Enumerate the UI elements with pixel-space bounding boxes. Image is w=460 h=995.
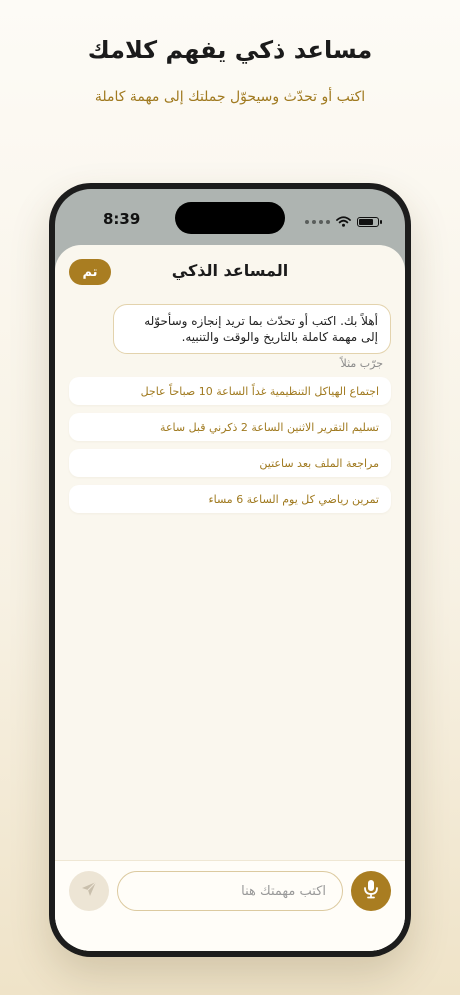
promo-headline: مساعد ذكي يفهم كلامك <box>87 36 373 64</box>
promo-subheadline: اكتب أو تحدّث وسيحوّل جملتك إلى مهمة كام… <box>94 89 366 105</box>
suggestion-chip[interactable]: تمرين رياضي كل يوم الساعة 6 مساء <box>69 485 391 513</box>
suggestion-chip[interactable]: اجتماع الهياكل التنظيمية غداً الساعة 10 … <box>69 377 391 405</box>
input-bar <box>55 860 405 951</box>
send-icon <box>80 880 98 902</box>
suggestion-chip[interactable]: تسليم التقرير الاثنين الساعة 2 ذكرني قبل… <box>69 413 391 441</box>
microphone-button[interactable] <box>351 871 391 911</box>
sheet-header: المساعد الذكي تم <box>55 259 405 289</box>
suggestion-chip[interactable]: مراجعة الملف بعد ساعتين <box>69 449 391 477</box>
assistant-welcome-message: أهلاً بك. اكتب أو تحدّث بما تريد إنجازه … <box>113 304 391 354</box>
microphone-icon <box>362 879 380 903</box>
wifi-icon <box>336 212 351 231</box>
battery-icon <box>357 216 382 227</box>
done-button[interactable]: تم <box>69 259 111 285</box>
suggestion-list: اجتماع الهياكل التنظيمية غداً الساعة 10 … <box>69 377 391 521</box>
signal-icon <box>305 219 330 224</box>
status-bar: 8:39 <box>55 189 405 249</box>
dynamic-island <box>175 202 285 234</box>
task-input[interactable] <box>117 871 343 911</box>
status-icons <box>305 212 382 231</box>
phone-frame: 8:39 المساعد الذكي تم أهلاً بك. اكتب أو … <box>49 183 411 957</box>
status-time: 8:39 <box>103 210 141 228</box>
phone-screen: 8:39 المساعد الذكي تم أهلاً بك. اكتب أو … <box>55 189 405 951</box>
try-examples-label: جرّب مثلاً <box>340 357 384 370</box>
assistant-sheet: المساعد الذكي تم أهلاً بك. اكتب أو تحدّث… <box>55 245 405 951</box>
send-button[interactable] <box>69 871 109 911</box>
